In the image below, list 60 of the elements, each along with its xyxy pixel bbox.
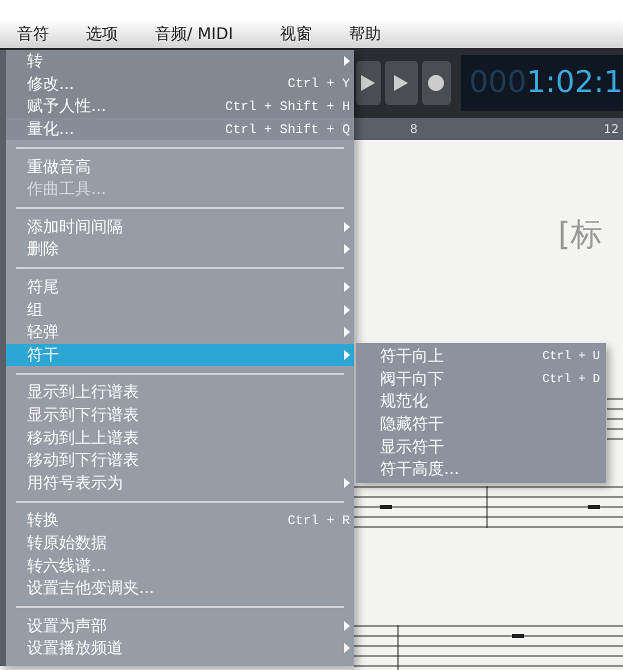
time-value: 1:02:1 (526, 68, 623, 98)
shortcut-label: Ctrl + Y (288, 77, 350, 90)
menu-item[interactable]: 转换 Ctrl + R (6, 509, 354, 532)
menu-item[interactable]: 转 (6, 50, 354, 73)
menu-item[interactable]: 添加时间间隔 (6, 216, 354, 238)
play-button[interactable] (356, 61, 381, 105)
submenu-item[interactable]: 符干高度... (356, 458, 606, 481)
submenu-arrow-icon (344, 222, 350, 232)
menu-bar-item[interactable]: 音符 (0, 26, 69, 42)
shortcut-label: Ctrl + D (542, 372, 600, 385)
menu-item[interactable]: 移动到下行谱表 (6, 448, 354, 472)
menu-item[interactable]: 显示到下行谱表 (6, 404, 354, 426)
menu-item[interactable]: 设置吉他变调夹... (6, 576, 354, 600)
menu-item[interactable]: 赋予人性... Ctrl + Shift + H (6, 95, 354, 118)
submenu-arrow-icon (344, 282, 350, 292)
menu-item[interactable]: 修改... Ctrl + Y (6, 72, 354, 96)
submenu-item[interactable]: 阀干向下 Ctrl + D (356, 368, 606, 390)
shortcut-label: Ctrl + U (542, 350, 600, 362)
menu-bar-item[interactable]: 选项 (69, 26, 138, 42)
menu-bar-item[interactable]: 音频/ MIDI (138, 26, 264, 42)
menu-item[interactable]: 移动到上上谱表 (6, 426, 354, 449)
menu-bar-item[interactable]: 视窗 (263, 26, 332, 42)
menu-item[interactable]: 符干 (6, 344, 354, 366)
menu-item[interactable]: 符尾 (6, 276, 354, 298)
submenu-arrow-icon (344, 620, 350, 631)
submenu-arrow-icon (344, 56, 350, 66)
submenu-item[interactable]: 规范化 (356, 390, 606, 413)
menu-item[interactable]: 转原始数据 (6, 532, 354, 554)
record-icon (428, 75, 444, 91)
menu-item[interactable]: 删除 (6, 238, 354, 261)
submenu-arrow-icon (344, 244, 350, 254)
menu-item[interactable]: 设置为声部 (6, 614, 354, 638)
submenu-item[interactable]: 隐藏符干 (356, 412, 606, 436)
shortcut-label: Ctrl + Shift + H (225, 100, 350, 113)
menu-item[interactable]: 量化... Ctrl + Shift + Q (6, 118, 354, 140)
submenu-item[interactable]: 符干向上 Ctrl + U (356, 345, 606, 368)
record-button[interactable] (422, 61, 452, 105)
submenu-arrow-icon (344, 350, 350, 360)
play-icon (394, 75, 408, 91)
menu-item[interactable]: 重做音高 (6, 155, 354, 178)
menu-item[interactable]: 转六线谱... (6, 554, 354, 577)
play-options-button[interactable] (384, 61, 418, 105)
menu-item[interactable]: 组 (6, 298, 354, 321)
score-title: [标 (558, 218, 602, 250)
menu-item[interactable]: 显示到上行谱表 (6, 381, 354, 404)
submenu-item[interactable]: 显示符干 (356, 435, 606, 458)
submenu-arrow-icon (344, 478, 350, 488)
ruler-number: 12 (604, 123, 619, 135)
submenu-arrow-icon (344, 643, 350, 654)
shortcut-label: Ctrl + R (288, 514, 350, 527)
submenu-arrow-icon (344, 304, 350, 315)
shortcut-label: Ctrl + Shift + Q (225, 122, 350, 136)
menu-item[interactable]: 设置播放频道 (6, 637, 354, 660)
submenu-arrow-icon (344, 327, 350, 338)
menu-item[interactable]: 用符号表示为 (6, 472, 354, 494)
menu-item[interactable]: 轻弹 (6, 320, 354, 344)
ruler-number: 8 (410, 123, 418, 135)
play-icon (361, 75, 376, 91)
menu-bar-item[interactable]: 帮助 (332, 26, 402, 42)
staff-drawing (607, 398, 623, 440)
